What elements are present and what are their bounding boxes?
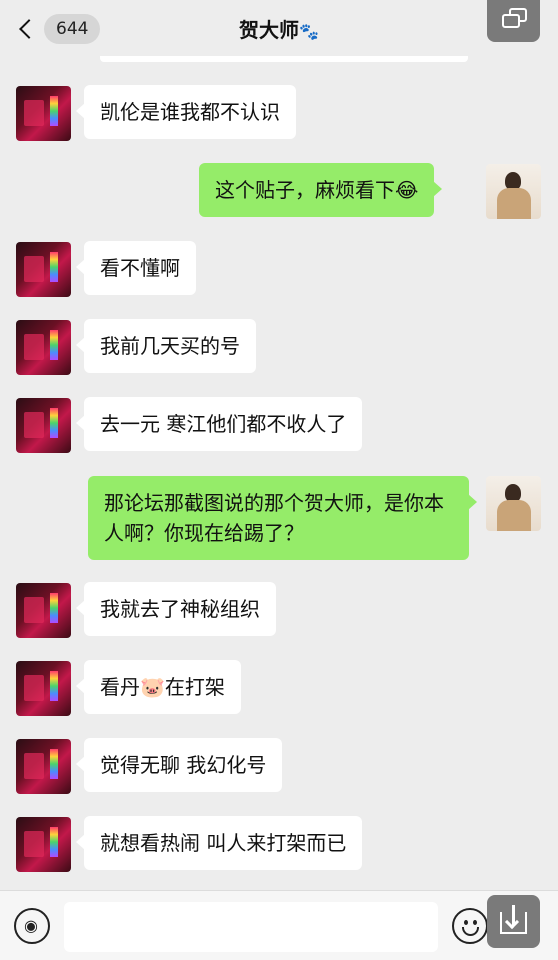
chat-title: 贺大师🐾 xyxy=(0,14,558,43)
message-bubble-incoming[interactable]: 觉得无聊 我幻化号 xyxy=(75,738,283,792)
previous-message-edge xyxy=(100,56,468,62)
message-text: 看丹 xyxy=(100,675,140,699)
message-text: 在打架 xyxy=(164,675,225,699)
my-avatar[interactable] xyxy=(486,476,541,531)
input-bar: ◉ xyxy=(0,890,558,960)
contact-avatar[interactable] xyxy=(16,817,71,872)
chat-title-text: 贺大师 xyxy=(239,18,300,42)
message-bubble-incoming[interactable]: 凯伦是谁我都不认识 xyxy=(76,85,296,139)
contact-avatar[interactable] xyxy=(16,583,71,638)
my-avatar[interactable] xyxy=(486,164,541,219)
contact-avatar[interactable] xyxy=(16,86,71,141)
message-bubble-outgoing[interactable]: 那论坛那截图说的那个贺大师，是你本人啊？你现在给踢了？ xyxy=(88,476,477,560)
message-bubble-incoming[interactable]: 去一元 寒江他们都不收人了 xyxy=(75,397,363,451)
voice-button[interactable]: ◉ xyxy=(14,908,50,944)
contact-avatar[interactable] xyxy=(16,739,71,794)
paw-icon: 🐾 xyxy=(299,22,319,41)
emoji-icon-eye xyxy=(473,920,477,925)
pig-emoji-icon: 🐷 xyxy=(140,675,165,699)
message-bubble-incoming[interactable]: 看丹🐷在打架 xyxy=(76,660,241,714)
contact-avatar[interactable] xyxy=(16,320,71,375)
chat-header: 644 贺大师🐾 xyxy=(0,0,558,58)
laughing-emoji-icon: 😂 xyxy=(395,178,419,202)
download-button[interactable] xyxy=(487,895,540,948)
message-text: 这个贴子，麻烦看下 xyxy=(215,178,395,202)
contact-avatar[interactable] xyxy=(16,242,71,297)
message-bubble-incoming[interactable]: 我就去了神秘组织 xyxy=(76,582,276,636)
message-bubble-incoming[interactable]: 我前几天买的号 xyxy=(76,319,256,373)
message-input[interactable] xyxy=(64,902,438,952)
window-button[interactable] xyxy=(487,0,540,42)
message-bubble-incoming[interactable]: 看不懂啊 xyxy=(76,241,196,295)
contact-avatar[interactable] xyxy=(16,661,71,716)
emoji-icon-mouth xyxy=(462,927,479,936)
contact-avatar[interactable] xyxy=(16,398,71,453)
window-icon-front xyxy=(502,14,520,28)
message-bubble-outgoing[interactable]: 这个贴子，麻烦看下😂 xyxy=(199,163,443,217)
message-bubble-incoming[interactable]: 就想看热闹 叫人来打架而已 xyxy=(75,816,363,870)
emoji-button[interactable] xyxy=(452,908,488,944)
emoji-icon xyxy=(464,920,468,925)
voice-icon: ◉ xyxy=(24,916,38,935)
